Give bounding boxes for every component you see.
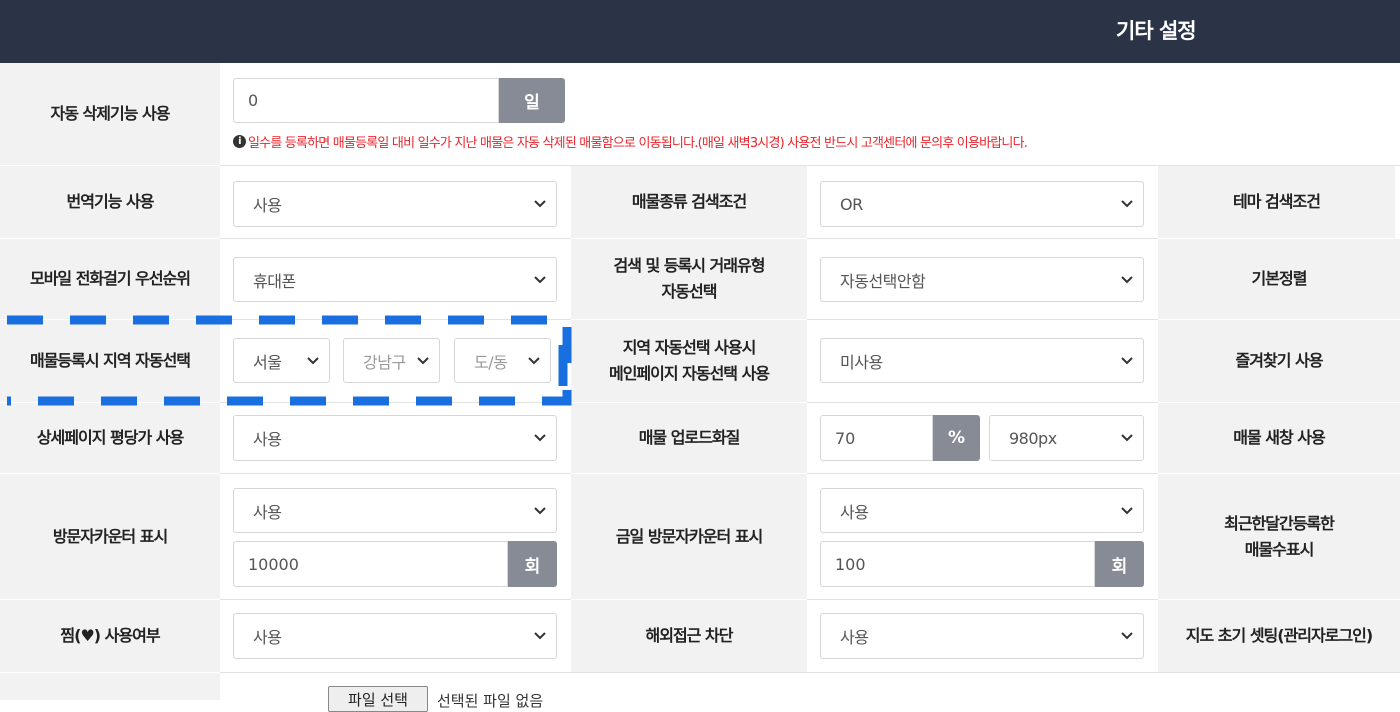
upload-quality-input[interactable]: 70 (820, 415, 933, 461)
row-divider (220, 319, 571, 320)
row-divider (220, 672, 1400, 673)
chevron-down-icon (528, 357, 540, 365)
like-use-select[interactable]: 사용 (233, 613, 557, 659)
chevron-down-icon (1121, 434, 1133, 442)
chevron-down-icon (1121, 632, 1133, 640)
count-unit-addon: 회 (1095, 541, 1144, 587)
upload-width-select[interactable]: 980px (989, 415, 1144, 461)
chevron-down-icon (1121, 357, 1133, 365)
auto-delete-notice: i 일수를 등록하면 매물등록일 대비 일수가 지난 매물은 자동 삭제된 매물… (233, 132, 1028, 151)
pyeong-price-select[interactable]: 사용 (233, 415, 557, 461)
upload-quality-label: 매물 업로드화질 (571, 403, 807, 473)
row-divider (220, 402, 571, 403)
row-divider (220, 165, 1400, 166)
visitor-count-input[interactable]: 10000 (233, 541, 508, 587)
pyeong-price-label: 상세페이지 평당가 사용 (0, 403, 220, 473)
file-status-text: 선택된 파일 없음 (437, 692, 544, 710)
chevron-down-icon (534, 276, 546, 284)
region-district-select[interactable]: 강남구 (343, 338, 440, 383)
region-city-select[interactable]: 서울 (233, 338, 330, 383)
info-icon: i (233, 135, 246, 148)
block-foreign-select[interactable]: 사용 (820, 613, 1144, 659)
count-unit-addon: 회 (508, 541, 557, 587)
today-counter-label: 금일 방문자카운터 표시 (571, 474, 807, 599)
block-foreign-label: 해외접근 차단 (571, 600, 807, 672)
chevron-down-icon (1121, 507, 1133, 515)
region-main-label: 지역 자동선택 사용시 메인페이지 자동선택 사용 (571, 320, 807, 402)
row-divider (807, 238, 1158, 239)
mobile-call-select[interactable]: 휴대폰 (233, 257, 557, 302)
region-dong-select[interactable]: 도/동 (454, 338, 551, 383)
default-sort-label: 기본정렬 (1158, 239, 1400, 319)
new-window-label: 매물 새창 사용 (1158, 403, 1400, 473)
mobile-call-label: 모바일 전화걸기 우선순위 (0, 239, 220, 319)
row-divider (807, 319, 1158, 320)
chevron-down-icon (534, 200, 546, 208)
trade-auto-label: 검색 및 등록시 거래유형 자동선택 (571, 239, 807, 319)
chevron-down-icon (534, 434, 546, 442)
days-unit-addon: 일 (499, 78, 565, 123)
like-use-label: 찜(♥) 사용여부 (0, 600, 220, 672)
chevron-down-icon (1121, 276, 1133, 284)
chevron-down-icon (534, 632, 546, 640)
file-label (0, 673, 220, 700)
favorites-label: 즐겨찾기 사용 (1158, 320, 1400, 402)
translate-label: 번역기능 사용 (0, 166, 220, 238)
row-divider (807, 473, 1158, 474)
translate-select[interactable]: 사용 (233, 181, 557, 227)
region-main-select[interactable]: 미사용 (820, 338, 1144, 383)
file-select-button[interactable]: 파일 선택 (328, 686, 428, 712)
theme-search-label: 테마 검색조건 (1158, 166, 1395, 238)
settings-header: 기타 설정 (0, 0, 1400, 63)
row-divider (220, 473, 571, 474)
visitor-counter-select[interactable]: 사용 (233, 488, 557, 533)
region-auto-label: 매물등록시 지역 자동선택 (0, 320, 220, 402)
page-title: 기타 설정 (1116, 19, 1197, 43)
chevron-down-icon (1121, 200, 1133, 208)
chevron-down-icon (417, 357, 429, 365)
row-divider (807, 599, 1158, 600)
row-divider (807, 402, 1158, 403)
percent-unit-addon: % (933, 415, 980, 461)
map-init-label: 지도 초기 셋팅(관리자로그인) (1158, 600, 1400, 672)
visitor-counter-label: 방문자카운터 표시 (0, 474, 220, 599)
chevron-down-icon (534, 507, 546, 515)
auto-delete-days-input[interactable]: 0 (233, 78, 499, 123)
today-count-input[interactable]: 100 (820, 541, 1095, 587)
row-divider (220, 238, 571, 239)
listing-type-search-select[interactable]: OR (820, 181, 1144, 227)
listing-type-search-label: 매물종류 검색조건 (571, 166, 807, 238)
chevron-down-icon (307, 357, 319, 365)
auto-delete-label: 자동 삭제기능 사용 (0, 63, 220, 165)
today-counter-select[interactable]: 사용 (820, 488, 1144, 533)
row-divider (220, 599, 571, 600)
trade-auto-select[interactable]: 자동선택안함 (820, 257, 1144, 302)
recent-month-label: 최근한달간등록한 매물수표시 (1158, 474, 1400, 599)
